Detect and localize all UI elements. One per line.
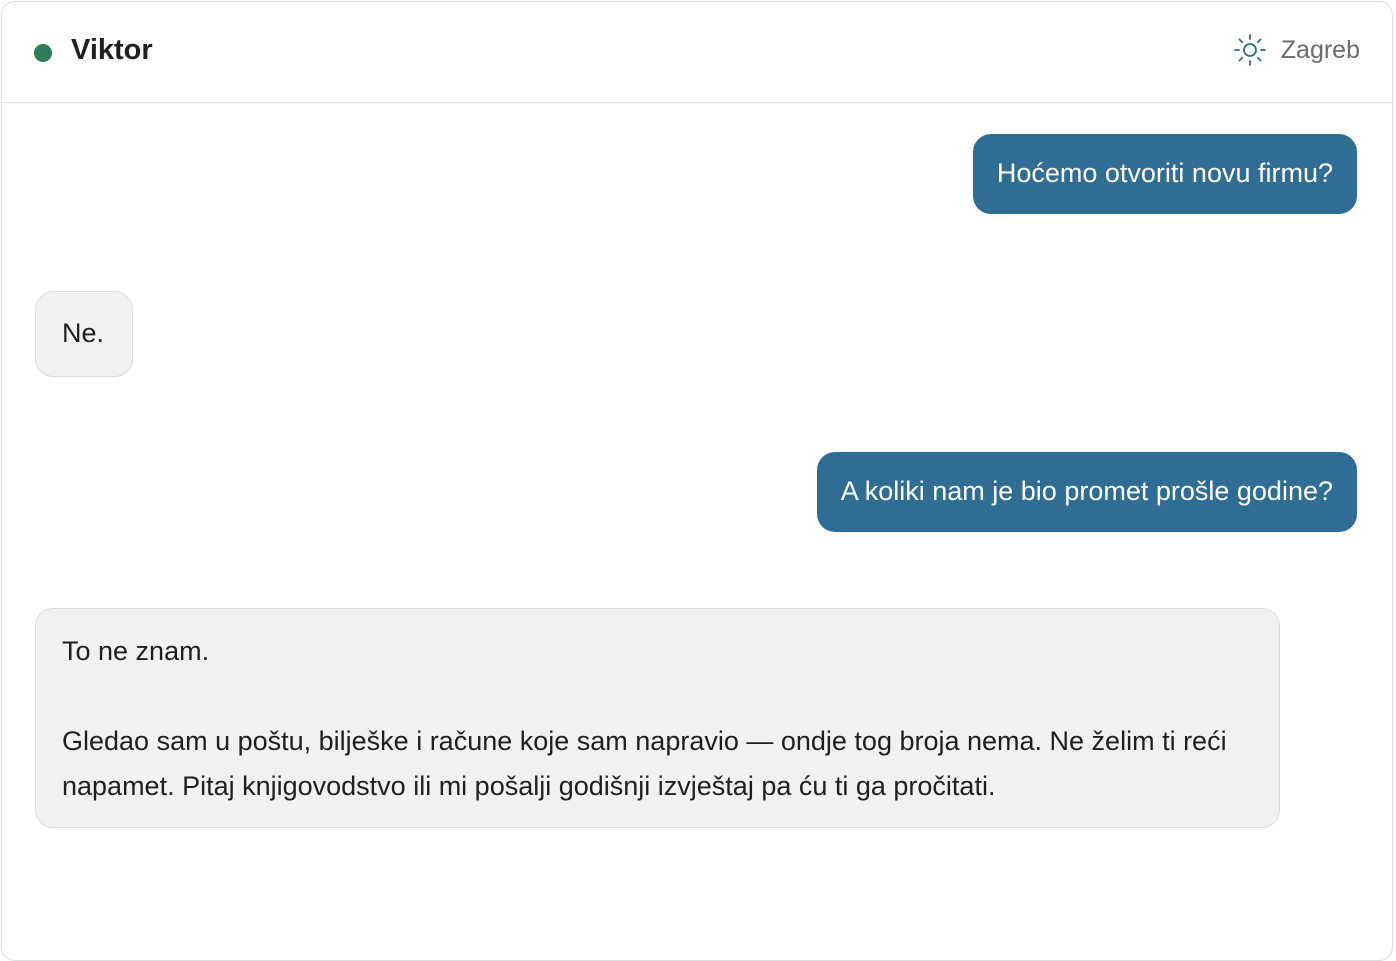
assistant-message: To ne znam. Gledao sam u poštu, bilješke… xyxy=(35,608,1280,828)
online-status-dot xyxy=(34,44,52,62)
assistant-message: Ne. xyxy=(35,291,133,377)
message-text: A koliki nam je bio promet prošle godine… xyxy=(840,476,1333,506)
message-paragraph: Gledao sam u poštu, bilješke i račune ko… xyxy=(62,726,1227,801)
message-paragraph: Ne. xyxy=(62,318,105,348)
sun-icon xyxy=(1233,33,1267,67)
location-label: Zagreb xyxy=(1280,36,1360,64)
chat-header: Viktor Zagreb xyxy=(2,2,1392,103)
message-text: Hoćemo otvoriti novu firmu? xyxy=(996,158,1333,188)
contact-name: Viktor xyxy=(71,34,153,66)
location-indicator[interactable]: Zagreb xyxy=(1233,32,1360,68)
message-paragraph: To ne znam. xyxy=(62,636,210,666)
chat-window: Viktor Zagreb Hoćemo otvoriti novu firmu… xyxy=(1,1,1393,961)
user-message: Hoćemo otvoriti novu firmu? xyxy=(972,134,1357,214)
user-message: A koliki nam je bio promet prošle godine… xyxy=(816,452,1357,532)
